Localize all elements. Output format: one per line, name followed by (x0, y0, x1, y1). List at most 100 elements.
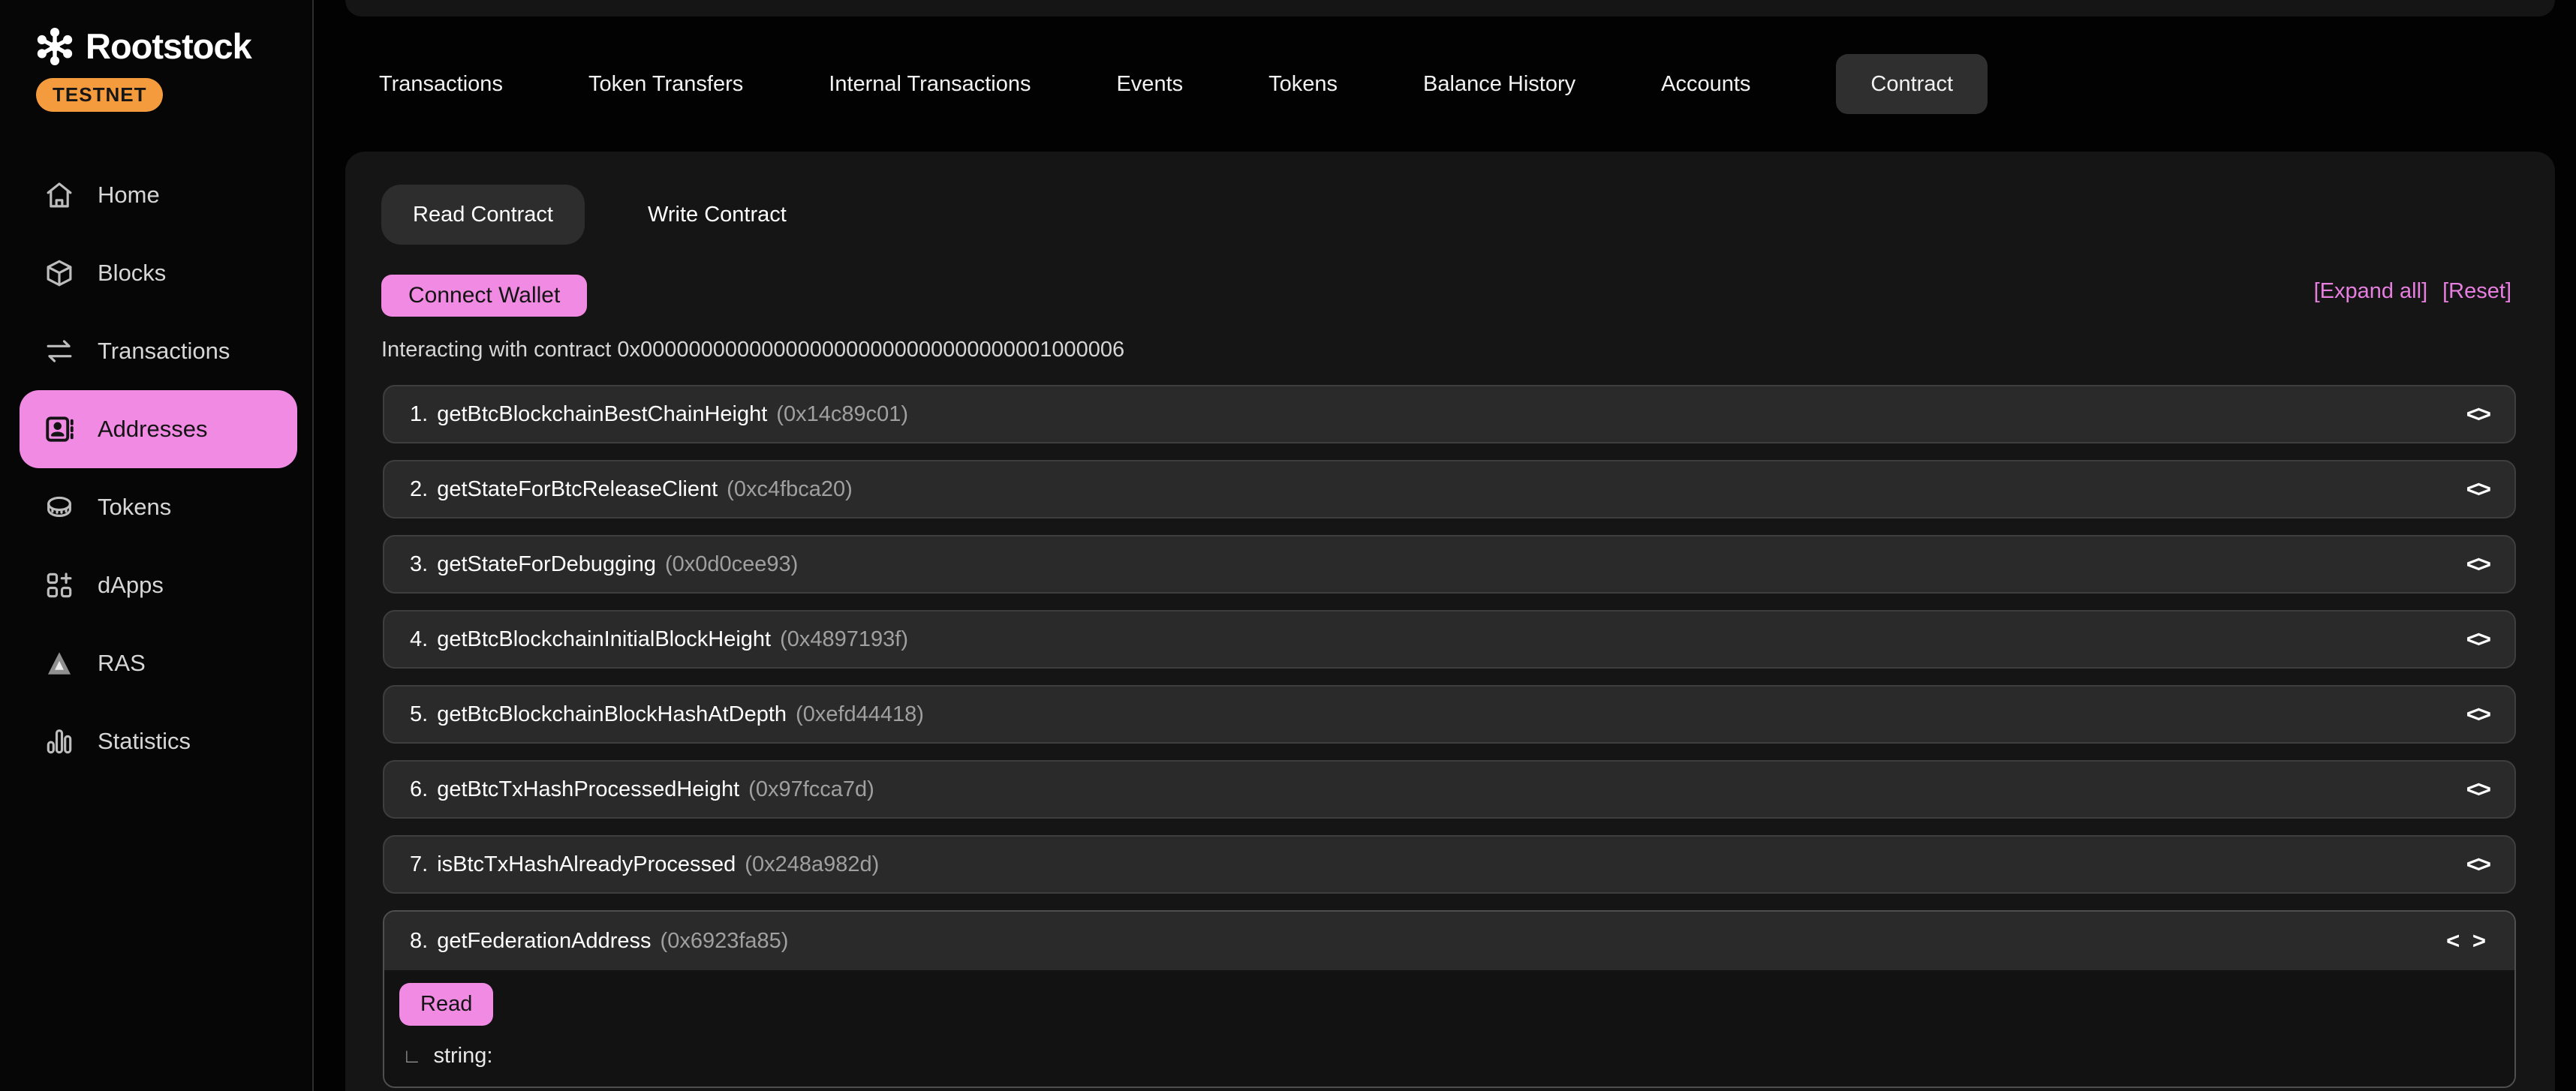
contract-mode-tabs: Read Contract Write Contract (381, 185, 818, 245)
tab-transactions[interactable]: Transactions (379, 72, 503, 97)
return-type-label: string: (433, 1044, 492, 1068)
sidebar-item-transactions[interactable]: Transactions (0, 312, 314, 390)
function-name: getFederationAddress (437, 929, 651, 954)
function-name: getBtcBlockchainBestChainHeight (437, 402, 767, 427)
tab-balance-history[interactable]: Balance History (1423, 72, 1575, 97)
function-selector: (0xefd44418) (796, 702, 924, 727)
tab-read-contract[interactable]: Read Contract (381, 185, 585, 245)
home-icon (44, 179, 75, 211)
interacting-with-contract-line: Interacting with contract 0x000000000000… (381, 338, 1124, 362)
brand-name: Rootstock (86, 26, 251, 67)
sidebar-item-label: Blocks (98, 260, 166, 287)
tab-write-contract[interactable]: Write Contract (616, 185, 818, 245)
return-branch-icon: ∟ (402, 1044, 421, 1068)
tab-contract[interactable]: Contract (1836, 54, 1988, 114)
function-label: 7. isBtcTxHashAlreadyProcessed (0x248a98… (410, 852, 879, 877)
function-name: getBtcTxHashProcessedHeight (437, 777, 739, 802)
blocks-icon (44, 257, 75, 289)
code-icon[interactable]: <> (2466, 401, 2489, 428)
function-row[interactable]: 1. getBtcBlockchainBestChainHeight (0x14… (383, 385, 2516, 443)
code-icon[interactable]: <> (2466, 851, 2489, 878)
code-icon[interactable]: <> (2466, 701, 2489, 728)
ras-icon (44, 648, 75, 679)
rootstock-logo-icon (35, 26, 75, 67)
function-label: 4. getBtcBlockchainInitialBlockHeight (0… (410, 627, 908, 652)
rootstock-explorer-screen: Rootstock TESTNET Home Blocks Transacti (0, 0, 2576, 1091)
address-tab-bar: Transactions Token Transfers Internal Tr… (379, 54, 1988, 114)
sidebar-item-blocks[interactable]: Blocks (0, 234, 314, 312)
testnet-badge: TESTNET (36, 78, 163, 112)
previous-card-edge (345, 0, 2555, 17)
function-number: 3. (410, 552, 428, 577)
function-row[interactable]: 4. getBtcBlockchainInitialBlockHeight (0… (383, 610, 2516, 669)
function-label: 1. getBtcBlockchainBestChainHeight (0x14… (410, 402, 908, 427)
function-row[interactable]: 5. getBtcBlockchainBlockHashAtDepth (0xe… (383, 685, 2516, 744)
code-icon[interactable]: <> (2466, 476, 2489, 503)
function-row[interactable]: 8. getFederationAddress (0x6923fa85) < > (384, 912, 2514, 970)
interacting-label: Interacting with contract (381, 338, 611, 362)
read-button[interactable]: Read (399, 983, 493, 1026)
function-number: 5. (410, 702, 428, 727)
function-row[interactable]: 3. getStateForDebugging (0x0d0cee93) <> (383, 535, 2516, 594)
sidebar-item-home[interactable]: Home (0, 156, 314, 234)
function-label: 3. getStateForDebugging (0x0d0cee93) (410, 552, 798, 577)
function-name: getStateForBtcReleaseClient (437, 477, 718, 502)
reset-link[interactable]: [Reset] (2442, 279, 2511, 304)
function-selector: (0x248a982d) (745, 852, 879, 877)
contract-panel: Read Contract Write Contract Connect Wal… (345, 152, 2555, 1091)
sidebar-item-addresses[interactable]: Addresses (20, 390, 297, 468)
sidebar-item-tokens[interactable]: Tokens (0, 468, 314, 546)
expand-all-link[interactable]: [Expand all] (2314, 279, 2428, 304)
dapps-icon (44, 570, 75, 601)
function-selector: (0x6923fa85) (661, 929, 789, 954)
code-icon[interactable]: <> (2466, 551, 2489, 578)
function-label: 5. getBtcBlockchainBlockHashAtDepth (0xe… (410, 702, 924, 727)
sidebar-item-dapps[interactable]: dApps (0, 546, 314, 624)
sidebar-item-label: dApps (98, 572, 164, 599)
tokens-icon (44, 491, 75, 523)
code-icon[interactable]: < > (2446, 927, 2489, 954)
code-icon[interactable]: <> (2466, 626, 2489, 653)
return-value-line: ∟ string: (399, 1044, 2492, 1068)
function-label: 8. getFederationAddress (0x6923fa85) (410, 929, 788, 954)
function-number: 8. (410, 929, 428, 954)
contract-address: 0x00000000000000000000000000000000010000… (617, 338, 1124, 362)
function-number: 1. (410, 402, 428, 427)
connect-wallet-button[interactable]: Connect Wallet (381, 275, 587, 317)
code-icon[interactable]: <> (2466, 776, 2489, 803)
sidebar-item-label: Home (98, 182, 160, 209)
sidebar-item-label: Transactions (98, 338, 230, 365)
sidebar-item-label: Addresses (98, 416, 207, 443)
sidebar-item-label: Statistics (98, 728, 191, 755)
tab-internal-transactions[interactable]: Internal Transactions (829, 72, 1031, 97)
function-call-panel: Read ∟ string: (384, 970, 2514, 1086)
sidebar-item-ras[interactable]: RAS (0, 624, 314, 702)
function-selector: (0xc4fbca20) (727, 477, 853, 502)
function-number: 2. (410, 477, 428, 502)
function-name: getStateForDebugging (437, 552, 656, 577)
tab-token-transfers[interactable]: Token Transfers (588, 72, 743, 97)
function-number: 4. (410, 627, 428, 652)
function-selector: (0x14c89c01) (776, 402, 908, 427)
function-list: 1. getBtcBlockchainBestChainHeight (0x14… (383, 385, 2516, 1088)
function-label: 2. getStateForBtcReleaseClient (0xc4fbca… (410, 477, 853, 502)
sidebar-item-statistics[interactable]: Statistics (0, 702, 314, 780)
sidebar: Rootstock TESTNET Home Blocks Transacti (0, 0, 314, 1091)
tab-accounts[interactable]: Accounts (1661, 72, 1750, 97)
function-row[interactable]: 2. getStateForBtcReleaseClient (0xc4fbca… (383, 460, 2516, 518)
brand-logo[interactable]: Rootstock (35, 26, 251, 67)
addresses-icon (44, 413, 75, 445)
function-row-expanded: 8. getFederationAddress (0x6923fa85) < >… (383, 910, 2516, 1088)
tab-tokens[interactable]: Tokens (1268, 72, 1338, 97)
list-controls: [Expand all] [Reset] (2314, 279, 2511, 304)
function-row[interactable]: 7. isBtcTxHashAlreadyProcessed (0x248a98… (383, 835, 2516, 894)
function-name: isBtcTxHashAlreadyProcessed (437, 852, 736, 877)
function-name: getBtcBlockchainBlockHashAtDepth (437, 702, 787, 727)
function-number: 7. (410, 852, 428, 877)
sidebar-nav: Home Blocks Transactions Addresses (0, 156, 314, 780)
sidebar-item-label: Tokens (98, 494, 171, 521)
tab-events[interactable]: Events (1116, 72, 1183, 97)
function-label: 6. getBtcTxHashProcessedHeight (0x97fcca… (410, 777, 874, 802)
sidebar-item-label: RAS (98, 650, 146, 677)
function-row[interactable]: 6. getBtcTxHashProcessedHeight (0x97fcca… (383, 760, 2516, 819)
